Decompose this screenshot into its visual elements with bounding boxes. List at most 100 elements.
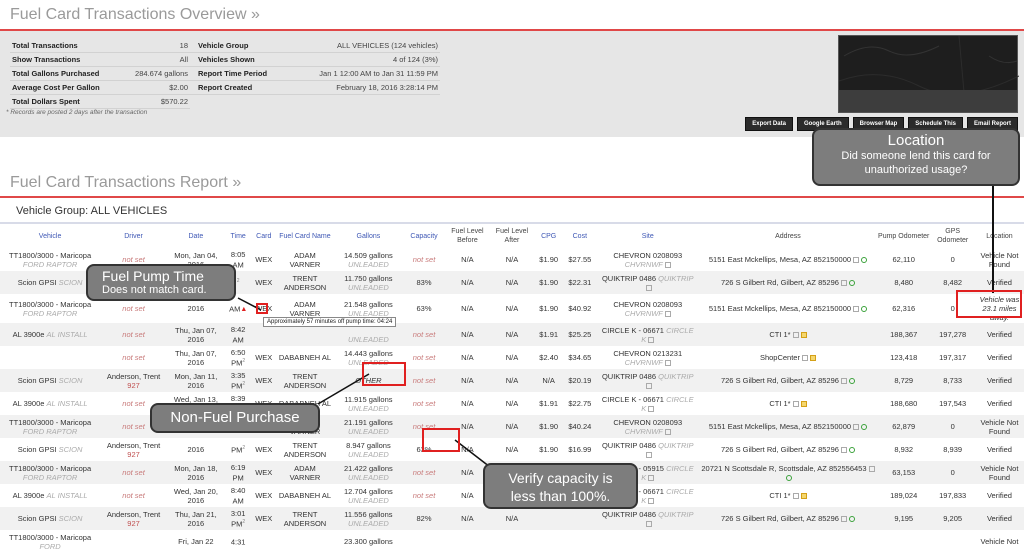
column-header[interactable]: Date: [166, 222, 225, 248]
vehicle-cell[interactable]: Scion GPSI SCION: [0, 369, 101, 392]
copy-icon[interactable]: [853, 306, 860, 313]
map-pin-icon[interactable]: [848, 280, 855, 287]
warning-icon[interactable]: ▲: [240, 305, 247, 314]
vehicle-name[interactable]: TT1800/3000 - Maricopa: [9, 418, 91, 427]
vehicle-name[interactable]: TT1800/3000 - Maricopa: [9, 251, 91, 260]
map-thumbnail[interactable]: [838, 35, 1019, 113]
vehicle-cell[interactable]: TT1800/3000 - Maricopa FORD: [0, 530, 100, 553]
copy-icon[interactable]: [840, 447, 847, 454]
column-header[interactable]: Site: [596, 222, 699, 248]
cost-cell: $34.65: [568, 353, 592, 362]
vehicle-cell[interactable]: TT1800/3000 - Maricopa FORD RAPTOR: [0, 294, 100, 323]
copy-icon[interactable]: [792, 493, 799, 500]
driver-not-set: not set: [122, 330, 145, 339]
export-data-button[interactable]: Export Data: [745, 117, 793, 131]
map-pin-icon[interactable]: [848, 378, 855, 385]
map-pin-icon[interactable]: [809, 355, 816, 362]
vehicle-cell[interactable]: AL 3900e AL INSTALL: [0, 392, 100, 415]
map-pin-icon[interactable]: [861, 257, 868, 264]
copy-icon[interactable]: [645, 284, 652, 291]
copy-icon[interactable]: [664, 261, 671, 268]
copy-icon[interactable]: [868, 465, 875, 472]
vehicle-name[interactable]: AL 3900e: [13, 330, 45, 339]
map-pin-icon[interactable]: [800, 332, 807, 339]
column-header[interactable]: Pump Odometer: [877, 222, 931, 248]
copy-icon[interactable]: [648, 336, 655, 343]
date-cell: Mon, Jan 18, 2016: [166, 461, 225, 484]
vehicle-name[interactable]: TT1800/3000 - Maricopa: [9, 464, 91, 473]
copy-icon[interactable]: [792, 401, 799, 408]
vehicle-cell[interactable]: TT1800/3000 - Maricopa FORD RAPTOR: [0, 461, 101, 484]
driver-name[interactable]: Anderson, Trent: [107, 372, 160, 381]
map-pin-icon[interactable]: [785, 474, 792, 481]
column-header[interactable]: Gallons: [333, 222, 403, 248]
column-header[interactable]: Fuel Card Name: [276, 222, 334, 248]
table-row[interactable]: Scion GPSI SCION Anderson, Trent 927 Mon, J…: [0, 369, 1024, 392]
map-pin-icon[interactable]: [848, 447, 855, 454]
copy-icon[interactable]: [664, 428, 671, 435]
vehicle-cell[interactable]: TT1800/3000 - Maricopa FORD RAPTOR: [0, 415, 101, 438]
copy-icon[interactable]: [648, 497, 655, 504]
vehicle-cell[interactable]: AL 3900e AL INSTALL: [0, 484, 100, 507]
copy-icon[interactable]: [792, 332, 799, 339]
copy-icon[interactable]: [664, 310, 671, 317]
column-header[interactable]: Time: [224, 222, 252, 248]
map-pin-icon[interactable]: [861, 424, 868, 431]
vehicle-name[interactable]: TT1800/3000 - Maricopa: [9, 533, 91, 542]
copy-icon[interactable]: [840, 280, 847, 287]
vehicle-name[interactable]: Scion GPSI: [18, 376, 57, 385]
map-pin-icon[interactable]: [861, 306, 868, 313]
column-header[interactable]: Driver: [100, 222, 167, 248]
card-cell: WEX: [251, 369, 277, 392]
vehicle-name[interactable]: Scion GPSI: [18, 514, 57, 523]
address-cell: 726 S Gilbert Rd, Gilbert, AZ 85296: [698, 369, 877, 392]
table-row[interactable]: Scion GPSI SCION Anderson, Trent 927 2016 PM…: [0, 438, 1024, 461]
vehicle-name[interactable]: TT1800/3000 - Maricopa: [9, 300, 91, 309]
address-text: 726 S Gilbert Rd, Gilbert, AZ 85296: [720, 376, 839, 385]
map-pin-icon[interactable]: [800, 401, 807, 408]
vehicle-name[interactable]: Scion GPSI: [18, 278, 57, 287]
column-header[interactable]: Address: [698, 222, 877, 248]
copy-icon[interactable]: [840, 516, 847, 523]
driver-name[interactable]: Anderson, Trent: [107, 441, 160, 450]
copy-icon[interactable]: [648, 405, 655, 412]
column-header[interactable]: Fuel Level After: [489, 222, 535, 248]
column-header[interactable]: CPG: [534, 222, 564, 248]
copy-icon[interactable]: [853, 257, 860, 264]
vehicle-name[interactable]: AL 3900e: [13, 491, 45, 500]
column-header[interactable]: Fuel Level Before: [445, 222, 490, 248]
column-header[interactable]: Cost: [563, 222, 597, 248]
column-header[interactable]: Location: [974, 222, 1024, 248]
column-header[interactable]: Card: [251, 222, 277, 248]
vehicle-name[interactable]: AL 3900e: [13, 399, 45, 408]
column-header[interactable]: GPS Odometer: [930, 222, 975, 248]
vehicle-group-heading: Vehicle Group: ALL VEHICLES: [16, 205, 168, 217]
driver-name[interactable]: Anderson, Trent: [107, 510, 160, 519]
column-header[interactable]: Vehicle: [0, 222, 101, 248]
copy-icon[interactable]: [645, 382, 652, 389]
table-row[interactable]: not set Thu, Jan 07, 2016 6:50 PM2 WEX DABAB…: [0, 346, 1024, 369]
overview-title[interactable]: Fuel Card Transactions Overview »: [10, 6, 260, 24]
vehicle-cell[interactable]: TT1800/3000 - Maricopa FORD RAPTOR: [0, 248, 100, 271]
map-pin-icon[interactable]: [848, 516, 855, 523]
table-row[interactable]: AL 3900e AL INSTALL not set Thu, Jan 07, 2…: [0, 323, 1024, 346]
copy-icon[interactable]: [664, 359, 671, 366]
card-name-cell: TRENT ANDERSON: [283, 440, 327, 459]
report-title[interactable]: Fuel Card Transactions Report »: [10, 174, 241, 192]
copy-icon[interactable]: [840, 378, 847, 385]
vehicle-cell[interactable]: AL 3900e AL INSTALL: [0, 323, 101, 346]
vehicle-cell[interactable]: [0, 346, 100, 369]
vehicle-type: SCION: [58, 376, 83, 385]
vehicle-cell[interactable]: Scion GPSI SCION: [0, 438, 100, 461]
copy-icon[interactable]: [648, 474, 655, 481]
gps-odometer-cell: 0: [950, 255, 955, 264]
copy-icon[interactable]: [645, 451, 652, 458]
column-header[interactable]: Capacity: [402, 222, 446, 248]
copy-icon[interactable]: [645, 520, 652, 527]
table-row[interactable]: TT1800/3000 - Maricopa FORD Fri, Jan 22 4:…: [0, 530, 1024, 553]
vehicle-name[interactable]: Scion GPSI: [18, 445, 57, 454]
copy-icon[interactable]: [801, 355, 808, 362]
overview-row: Average Cost Per Gallon $2.00 Report Creat…: [10, 80, 440, 95]
copy-icon[interactable]: [853, 424, 860, 431]
map-pin-icon[interactable]: [800, 493, 807, 500]
